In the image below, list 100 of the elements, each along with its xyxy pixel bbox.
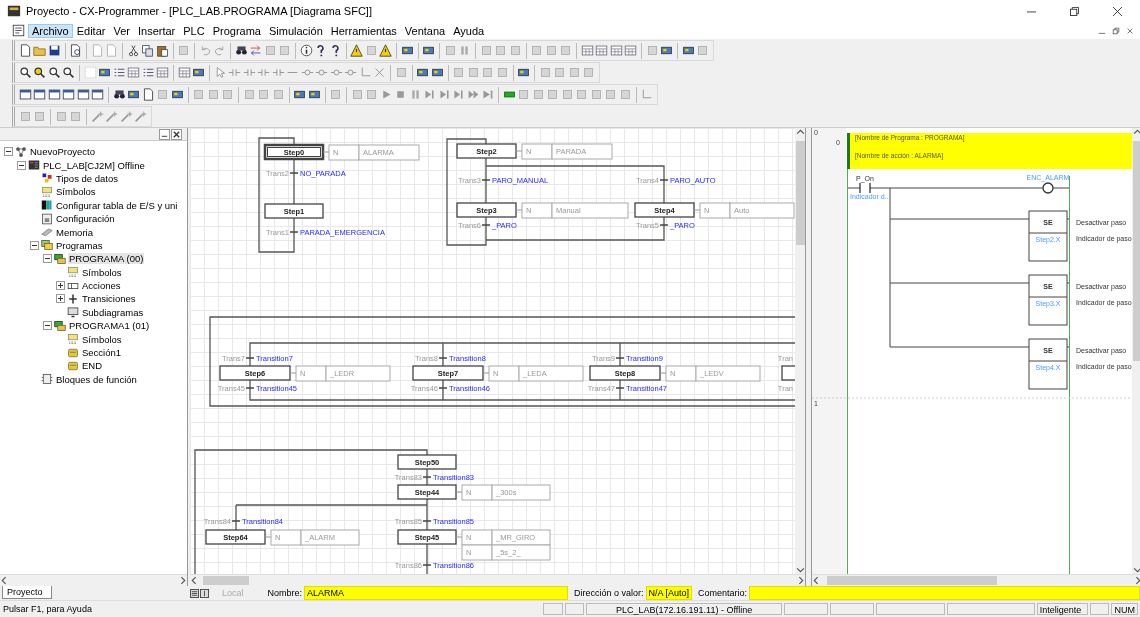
chevron-right-icon[interactable] [796, 576, 805, 585]
wand-icon[interactable] [90, 110, 104, 123]
warning-icon[interactable] [379, 44, 393, 57]
skip-end-icon[interactable] [481, 88, 495, 101]
square-icon[interactable] [443, 44, 457, 57]
window-icon[interactable] [33, 88, 47, 101]
square-icon[interactable] [575, 88, 589, 101]
coil-symbol[interactable] [1042, 182, 1054, 194]
collapse-icon[interactable] [4, 147, 13, 157]
tree-item[interactable]: Acciones [81, 280, 122, 292]
tree-item[interactable]: NuevoProyecto [29, 146, 96, 158]
chevron-left-icon[interactable] [0, 576, 9, 585]
address-field[interactable]: N/A [Auto] [645, 586, 693, 600]
step-icon[interactable] [452, 88, 466, 101]
square-icon[interactable] [544, 44, 558, 57]
tree-item[interactable]: PROGRAMA1 (01) [68, 320, 151, 332]
tree-item[interactable]: Programas [55, 239, 104, 251]
step-icon[interactable] [423, 88, 437, 101]
square-icon[interactable] [481, 66, 495, 79]
window-icon[interactable] [91, 88, 105, 101]
window-icon[interactable] [47, 88, 61, 101]
panel-tab[interactable]: Proyecto [2, 586, 52, 599]
chevron-left-icon[interactable] [190, 576, 199, 585]
square-icon[interactable] [329, 88, 343, 101]
instruction-block[interactable] [1028, 338, 1068, 390]
menu-item[interactable]: Ayuda [449, 23, 489, 38]
document-magnifier-icon[interactable] [69, 44, 83, 57]
tree-item[interactable]: Símbolos [55, 186, 97, 198]
chip-icon[interactable] [422, 44, 436, 57]
tree-item[interactable]: PROGRAMA (00) [68, 253, 145, 265]
square-icon[interactable] [567, 66, 581, 79]
table-icon[interactable] [177, 66, 191, 79]
tree-item[interactable]: PLC_LAB[CJ2M] Offline [42, 159, 146, 171]
square-icon[interactable] [530, 44, 544, 57]
square-icon[interactable] [221, 88, 235, 101]
square-icon[interactable] [466, 66, 480, 79]
document-icon[interactable] [12, 24, 25, 37]
collapse-icon[interactable] [30, 240, 39, 250]
document-icon[interactable] [141, 88, 155, 101]
binoculars-icon[interactable] [234, 44, 248, 57]
square-icon[interactable] [531, 88, 545, 101]
tree-item[interactable]: Bloques de función [55, 373, 138, 385]
close-icon[interactable] [171, 128, 182, 140]
square-icon[interactable] [546, 88, 560, 101]
square-icon[interactable] [69, 110, 83, 123]
menu-item[interactable]: Editar [72, 23, 110, 38]
info-icon[interactable] [299, 44, 313, 57]
chevron-left-icon[interactable] [812, 576, 821, 585]
chevron-right-icon[interactable] [1133, 576, 1140, 585]
restore-icon[interactable] [1070, 6, 1079, 16]
scrollbar-thumb[interactable] [1132, 141, 1140, 361]
wand-icon[interactable] [105, 110, 119, 123]
horizontal-scrollbar[interactable] [812, 574, 1140, 586]
square-icon[interactable] [18, 110, 32, 123]
square-icon[interactable] [33, 110, 47, 123]
comment-field[interactable] [749, 586, 1140, 600]
collapse-icon[interactable] [43, 254, 52, 264]
tree-item[interactable]: Configuración [55, 213, 116, 225]
menu-item[interactable]: Ventana [400, 23, 450, 38]
zoom-icon[interactable] [62, 66, 76, 79]
square-icon[interactable] [495, 66, 509, 79]
scrollbar-thumb[interactable] [827, 576, 997, 585]
fast-forward-icon[interactable] [466, 88, 480, 101]
chip-icon[interactable] [127, 88, 141, 101]
warning-icon[interactable] [350, 44, 364, 57]
contact-icon[interactable] [257, 66, 271, 79]
tree-item[interactable]: Símbolos [81, 333, 123, 345]
chip-icon[interactable] [98, 66, 112, 79]
square-icon[interactable] [192, 88, 206, 101]
chip-icon[interactable] [681, 44, 695, 57]
wand-icon[interactable] [134, 110, 148, 123]
instruction-block[interactable] [1028, 210, 1068, 262]
table-icon[interactable] [595, 44, 609, 57]
scrollbar-thumb[interactable] [795, 141, 805, 245]
square-icon[interactable] [452, 66, 466, 79]
chip-icon[interactable] [517, 66, 531, 79]
tree-item[interactable]: Subdiagramas [81, 306, 145, 318]
window-icon[interactable] [76, 88, 90, 101]
menu-item[interactable]: Insertar [133, 23, 180, 38]
document-icon[interactable] [18, 44, 32, 57]
square-icon[interactable] [242, 88, 256, 101]
zoom-icon[interactable] [18, 66, 32, 79]
coil-icon[interactable] [329, 66, 343, 79]
rectangle-icon[interactable] [502, 88, 516, 101]
menu-item[interactable]: Programa [208, 23, 265, 38]
horizontal-scrollbar[interactable] [190, 574, 805, 586]
expand-icon[interactable] [56, 294, 65, 304]
dotted-grid-icon[interactable] [83, 66, 97, 79]
table-icon[interactable] [127, 66, 141, 79]
cross-icon[interactable] [373, 66, 387, 79]
coil-icon[interactable] [300, 66, 314, 79]
horizontal-scrollbar[interactable] [0, 574, 187, 586]
tree-item[interactable]: Configurar tabla de E/S y uni [55, 199, 179, 211]
table-icon[interactable] [609, 44, 623, 57]
square-icon[interactable] [582, 66, 596, 79]
expand-icon[interactable] [56, 281, 65, 291]
copy-icon[interactable] [141, 44, 155, 57]
step-icon[interactable] [437, 88, 451, 101]
chip-icon[interactable] [660, 44, 674, 57]
zoom-icon[interactable] [47, 66, 61, 79]
